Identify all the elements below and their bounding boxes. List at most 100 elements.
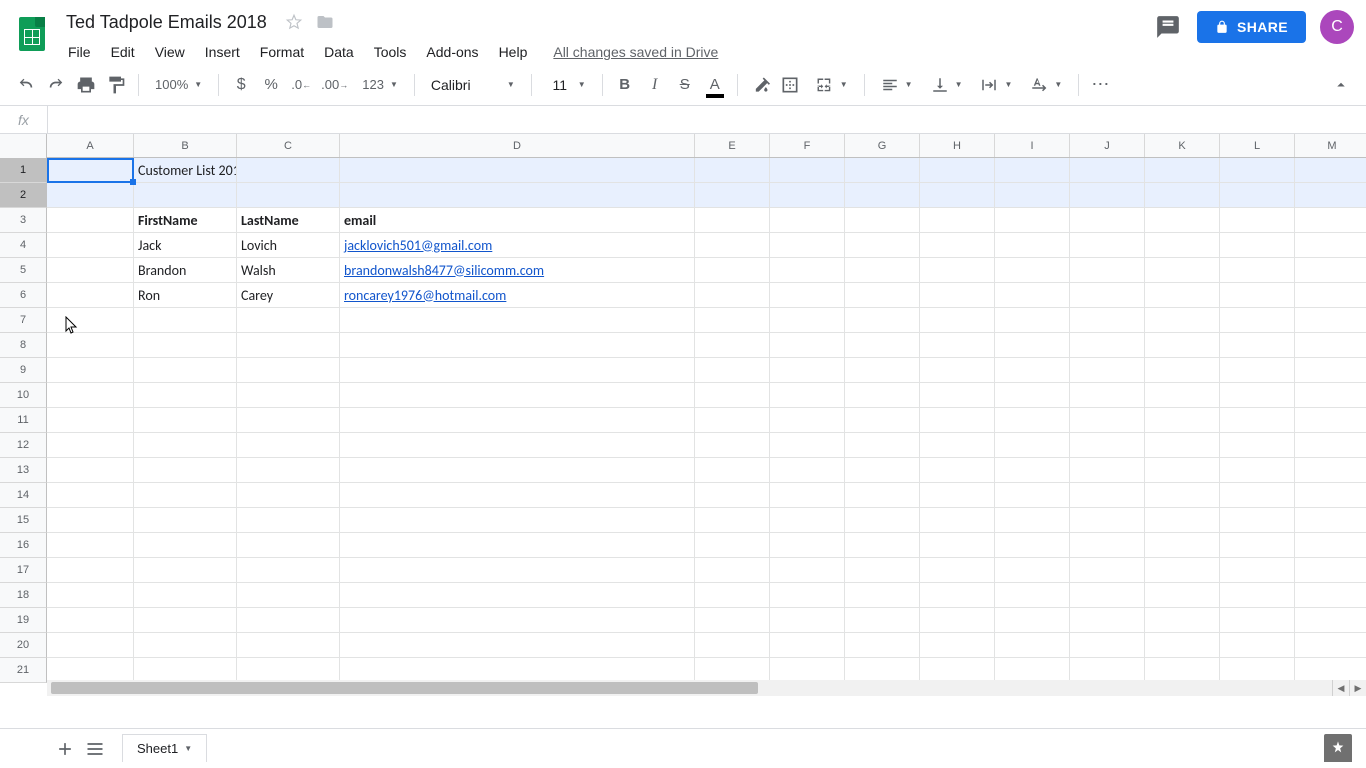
fill-handle[interactable] (130, 179, 136, 185)
cell-H19[interactable] (920, 608, 995, 633)
cell-D10[interactable] (340, 383, 695, 408)
cell-L15[interactable] (1220, 508, 1295, 533)
row-header-3[interactable]: 3 (0, 208, 47, 233)
cell-H14[interactable] (920, 483, 995, 508)
cell-H11[interactable] (920, 408, 995, 433)
cell-J12[interactable] (1070, 433, 1145, 458)
column-header-C[interactable]: C (237, 134, 340, 157)
cell-F16[interactable] (770, 533, 845, 558)
cell-L14[interactable] (1220, 483, 1295, 508)
row-header-9[interactable]: 9 (0, 358, 47, 383)
sheet-tab[interactable]: Sheet1 ▼ (122, 734, 207, 762)
cell-E13[interactable] (695, 458, 770, 483)
cell-L11[interactable] (1220, 408, 1295, 433)
cell-L18[interactable] (1220, 583, 1295, 608)
cell-K9[interactable] (1145, 358, 1220, 383)
cell-D17[interactable] (340, 558, 695, 583)
explore-button[interactable] (1324, 734, 1352, 762)
cell-B13[interactable] (134, 458, 237, 483)
row-header-15[interactable]: 15 (0, 508, 47, 533)
cell-E17[interactable] (695, 558, 770, 583)
cell-J19[interactable] (1070, 608, 1145, 633)
row-header-4[interactable]: 4 (0, 233, 47, 258)
cell-J16[interactable] (1070, 533, 1145, 558)
cell-E15[interactable] (695, 508, 770, 533)
cell-K11[interactable] (1145, 408, 1220, 433)
column-header-F[interactable]: F (770, 134, 845, 157)
cell-A2[interactable] (47, 183, 134, 208)
cell-B5[interactable]: Brandon (134, 258, 237, 283)
cell-G2[interactable] (845, 183, 920, 208)
row-header-13[interactable]: 13 (0, 458, 47, 483)
cell-D7[interactable] (340, 308, 695, 333)
row-header-5[interactable]: 5 (0, 258, 47, 283)
cell-G13[interactable] (845, 458, 920, 483)
cell-D3[interactable]: email (340, 208, 695, 233)
cell-A11[interactable] (47, 408, 134, 433)
cell-D1[interactable] (340, 158, 695, 183)
cell-I20[interactable] (995, 633, 1070, 658)
row-header-16[interactable]: 16 (0, 533, 47, 558)
cell-K10[interactable] (1145, 383, 1220, 408)
cell-E11[interactable] (695, 408, 770, 433)
cell-H5[interactable] (920, 258, 995, 283)
column-header-H[interactable]: H (920, 134, 995, 157)
save-status[interactable]: All changes saved in Drive (553, 44, 718, 60)
cell-H1[interactable] (920, 158, 995, 183)
cell-K13[interactable] (1145, 458, 1220, 483)
cell-L13[interactable] (1220, 458, 1295, 483)
cell-J9[interactable] (1070, 358, 1145, 383)
cell-M5[interactable] (1295, 258, 1366, 283)
column-header-J[interactable]: J (1070, 134, 1145, 157)
cell-G8[interactable] (845, 333, 920, 358)
row-header-8[interactable]: 8 (0, 333, 47, 358)
cell-A17[interactable] (47, 558, 134, 583)
cell-K20[interactable] (1145, 633, 1220, 658)
cell-G7[interactable] (845, 308, 920, 333)
cell-E10[interactable] (695, 383, 770, 408)
column-header-I[interactable]: I (995, 134, 1070, 157)
cell-F4[interactable] (770, 233, 845, 258)
cell-B17[interactable] (134, 558, 237, 583)
text-rotation-button[interactable]: ▼ (1022, 71, 1070, 99)
merge-cells-button[interactable]: ▼ (806, 71, 856, 99)
cell-G10[interactable] (845, 383, 920, 408)
row-header-1[interactable]: 1 (0, 158, 47, 183)
strikethrough-button[interactable]: S (671, 71, 699, 99)
text-wrap-button[interactable]: ▼ (972, 71, 1020, 99)
percent-button[interactable]: % (257, 71, 285, 99)
cell-F6[interactable] (770, 283, 845, 308)
cell-J3[interactable] (1070, 208, 1145, 233)
account-avatar[interactable]: C (1320, 10, 1354, 44)
menu-file[interactable]: File (60, 40, 99, 64)
cell-L16[interactable] (1220, 533, 1295, 558)
cell-G15[interactable] (845, 508, 920, 533)
cell-M18[interactable] (1295, 583, 1366, 608)
horizontal-scroll-thumb[interactable] (51, 682, 758, 694)
cell-H16[interactable] (920, 533, 995, 558)
cell-D2[interactable] (340, 183, 695, 208)
cell-B15[interactable] (134, 508, 237, 533)
column-header-K[interactable]: K (1145, 134, 1220, 157)
cell-D6[interactable]: roncarey1976@hotmail.com (340, 283, 695, 308)
cell-J6[interactable] (1070, 283, 1145, 308)
cell-A20[interactable] (47, 633, 134, 658)
cell-K19[interactable] (1145, 608, 1220, 633)
cell-F18[interactable] (770, 583, 845, 608)
cell-H2[interactable] (920, 183, 995, 208)
cell-F12[interactable] (770, 433, 845, 458)
cell-M3[interactable] (1295, 208, 1366, 233)
cell-G11[interactable] (845, 408, 920, 433)
cell-G20[interactable] (845, 633, 920, 658)
cell-H7[interactable] (920, 308, 995, 333)
cell-F9[interactable] (770, 358, 845, 383)
cell-D16[interactable] (340, 533, 695, 558)
column-header-M[interactable]: M (1295, 134, 1366, 157)
scroll-left-button[interactable]: ◀ (1332, 680, 1349, 696)
cell-F1[interactable] (770, 158, 845, 183)
cell-H18[interactable] (920, 583, 995, 608)
cell-C16[interactable] (237, 533, 340, 558)
cell-H8[interactable] (920, 333, 995, 358)
currency-button[interactable]: $ (227, 71, 255, 99)
cell-A12[interactable] (47, 433, 134, 458)
